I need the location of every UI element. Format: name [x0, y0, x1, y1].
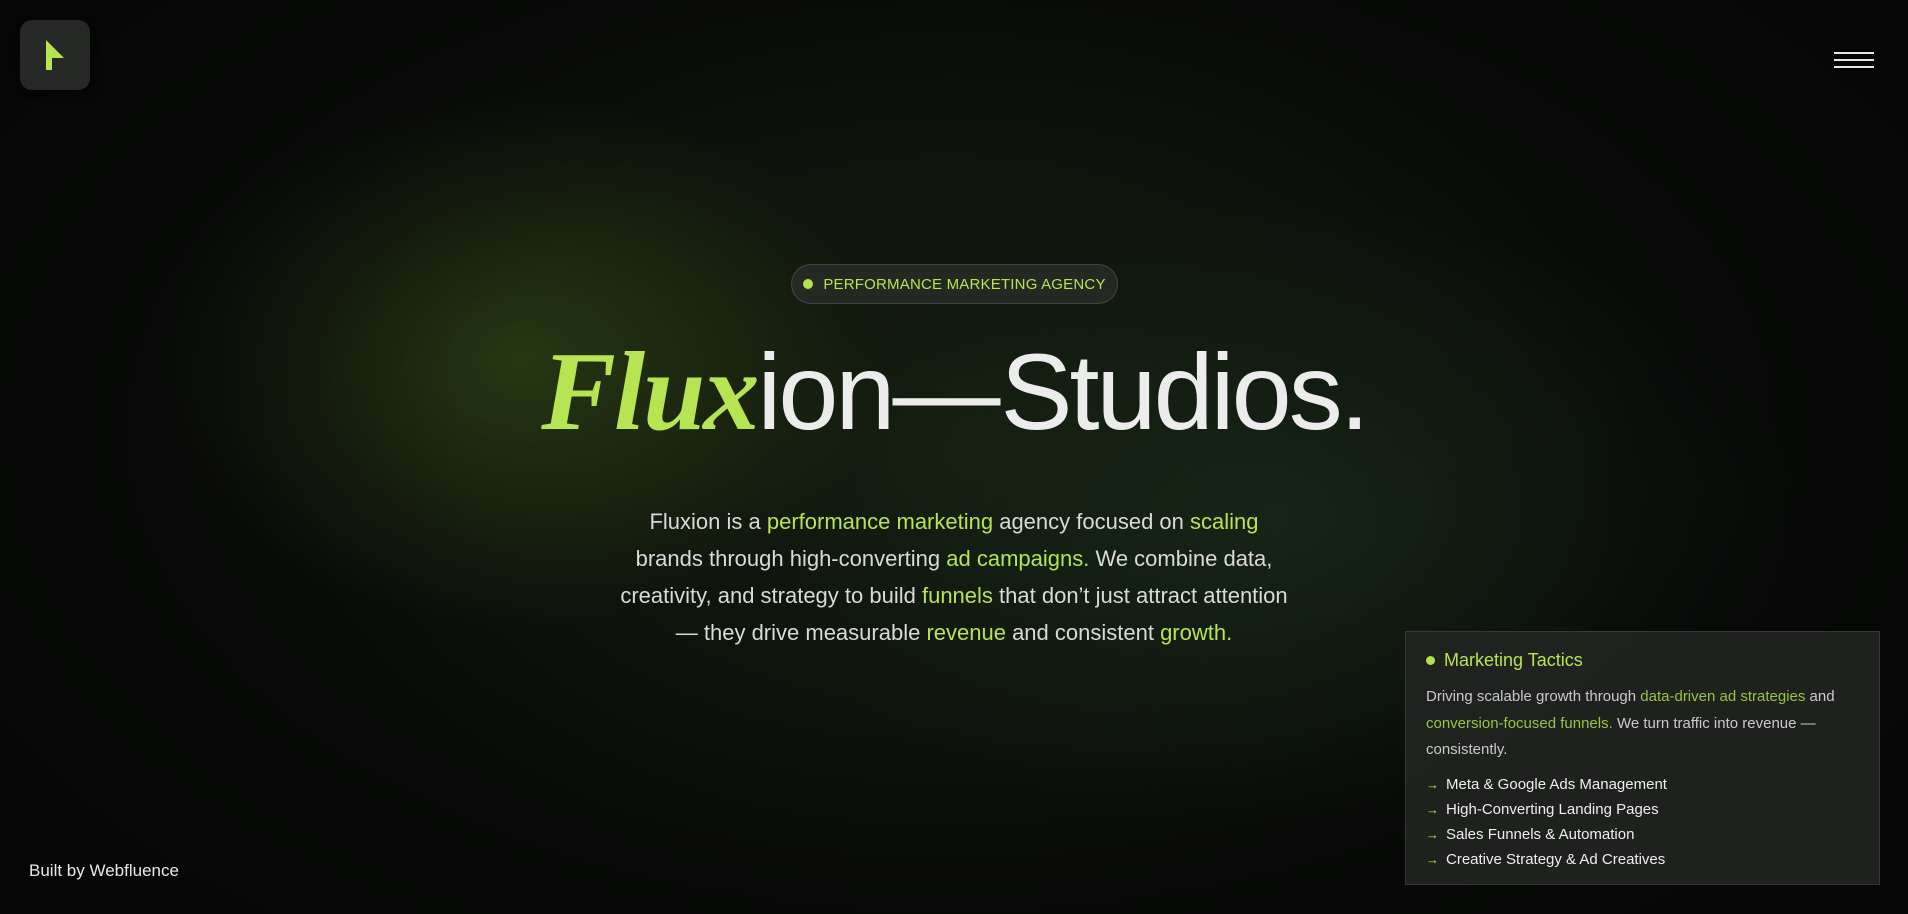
card-dot-icon	[1426, 656, 1435, 665]
card-title-text: Marketing Tactics	[1444, 650, 1583, 670]
title-accent: Flux	[541, 330, 759, 454]
card-body-highlight: data-driven ad strategies	[1640, 688, 1806, 705]
list-item-label: Sales Funnels & Automation	[1446, 825, 1635, 843]
list-item: → High-Converting Landing Pages	[1426, 797, 1859, 822]
title-dash: —	[892, 331, 1001, 452]
arrow-right-icon: →	[1426, 826, 1439, 842]
list-item: → Meta & Google Ads Management	[1426, 772, 1859, 797]
card-description: Driving scalable growth through data-dri…	[1426, 684, 1859, 764]
desc-highlight: revenue	[926, 620, 1006, 645]
card-body-text: Driving scalable growth through	[1426, 688, 1641, 705]
menu-line	[1834, 66, 1874, 68]
desc-highlight: scaling	[1190, 509, 1259, 534]
desc-text: and consistent	[1005, 620, 1161, 645]
menu-line	[1834, 59, 1874, 61]
desc-text: Fluxion is a	[649, 509, 767, 534]
agency-badge: PERFORMANCE MARKETING AGENCY	[791, 264, 1118, 304]
desc-text: agency focused on	[993, 509, 1191, 534]
logo-button[interactable]	[20, 20, 90, 90]
arrow-right-icon: →	[1426, 801, 1439, 817]
hero-description: Fluxion is a performance marketing agenc…	[620, 503, 1288, 651]
hamburger-menu-icon[interactable]	[1834, 48, 1876, 72]
arrow-right-icon: →	[1426, 851, 1439, 867]
list-item-label: High-Converting Landing Pages	[1446, 800, 1659, 818]
marketing-tactics-card: Marketing Tactics Driving scalable growt…	[1405, 631, 1880, 885]
badge-text: PERFORMANCE MARKETING AGENCY	[823, 275, 1106, 293]
page-title: Fluxion—Studios.	[0, 336, 1908, 448]
built-by-credit-link[interactable]: Built by Webfluence	[29, 861, 179, 881]
desc-highlight: performance marketing	[766, 509, 994, 534]
list-item: → Creative Strategy & Ad Creatives	[1426, 847, 1859, 872]
desc-text: brands through high-converting	[635, 546, 947, 571]
list-item-label: Meta & Google Ads Management	[1446, 775, 1667, 793]
cursor-arrow-icon	[46, 40, 64, 70]
title-studio: Studios.	[1000, 331, 1370, 452]
title-rest: ion	[757, 331, 895, 452]
menu-line	[1834, 52, 1874, 54]
card-body-text: and	[1805, 688, 1835, 705]
list-item-label: Creative Strategy & Ad Creatives	[1446, 850, 1666, 868]
arrow-right-icon: →	[1426, 776, 1439, 792]
desc-highlight: ad campaigns.	[946, 546, 1090, 571]
hero-page: PERFORMANCE MARKETING AGENCY Fluxion—Stu…	[0, 0, 1908, 914]
desc-highlight: funnels	[921, 583, 993, 608]
desc-highlight: growth.	[1160, 620, 1233, 645]
badge-dot-icon	[803, 279, 814, 289]
card-body-highlight: conversion-focused funnels.	[1426, 714, 1613, 732]
list-item: → Sales Funnels & Automation	[1426, 822, 1859, 847]
tactics-list: → Meta & Google Ads Management → High-Co…	[1426, 772, 1859, 872]
card-title: Marketing Tactics	[1426, 650, 1859, 671]
